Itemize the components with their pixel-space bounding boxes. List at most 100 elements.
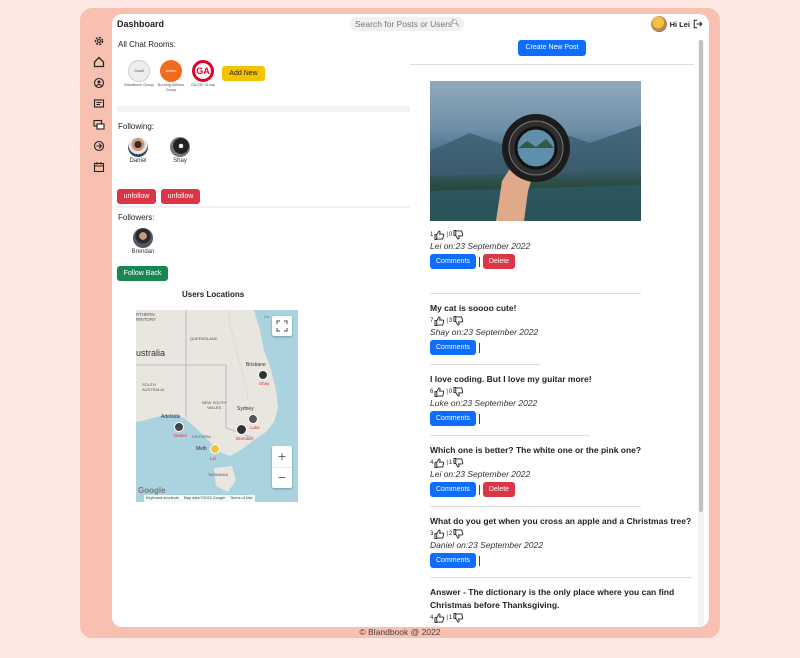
map-data-text: Map data ©2022 Google [183,496,226,500]
separator [478,484,480,495]
thumbs-up-icon[interactable] [434,386,445,397]
map-label: Adelaide [161,414,181,420]
map-attribution: Keyboard shortcuts Map data ©2022 Google… [144,495,255,502]
dislike-count: 0 [448,388,453,395]
post-meta: Daniel on:23 September 2022 [430,540,543,550]
thumbs-down-icon[interactable] [453,386,464,397]
vote-bar: 6 | 0 [430,386,692,397]
post-meta: Lei on:23 September 2022 [430,241,531,251]
vote-separator: | [446,614,448,621]
comments-button[interactable]: Comments [430,411,476,426]
users-map[interactable]: RTHERN RRITORY QUEENSLAND ustralia Co SO… [136,310,298,502]
profile-icon[interactable] [88,72,110,93]
explore-icon[interactable] [88,135,110,156]
settings-icon[interactable] [88,30,110,51]
add-chat-room-button[interactable]: Add New [222,66,265,81]
room-caption: Burning Airlines Group [157,83,185,92]
divider [117,206,410,208]
delete-button[interactable]: Delete [482,254,516,269]
top-bar: Dashboard Search for Posts or Users 🔍︎ H… [112,14,709,36]
map-pin-label: Luke [250,425,260,430]
chat-rooms-heading: All Chat Rooms: [118,40,176,49]
thumbs-down-icon[interactable] [453,229,464,240]
map-label: Co [264,314,270,319]
thumbs-down-icon[interactable] [453,315,464,326]
keyboard-shortcuts-link[interactable]: Keyboard shortcuts [146,495,179,502]
thumbs-up-icon[interactable] [434,528,445,539]
separator [478,413,480,424]
comments-button[interactable]: Comments [430,553,476,568]
avatar[interactable] [170,137,190,157]
post: Which one is better? The white one or th… [430,444,692,497]
main-panel: Dashboard Search for Posts or Users 🔍︎ H… [112,14,709,627]
like-count: 7 [430,317,434,324]
map-pin[interactable] [258,370,268,380]
comments-button[interactable]: Comments [430,340,476,355]
vote-separator: | [446,317,448,324]
person-name: Brendan [131,249,155,255]
logout-icon[interactable] [693,19,703,29]
follow-back-button[interactable]: Follow Back [117,266,168,281]
search-icon[interactable]: 🔍︎ [451,17,460,31]
delete-button[interactable]: Delete [482,482,516,497]
user-menu[interactable]: Hi Lei [650,16,703,32]
map-title: Users Locations [182,290,245,299]
fullscreen-icon[interactable] [272,316,292,336]
thumbs-down-icon[interactable] [453,528,464,539]
chat-room-burning-airlines[interactable]: airlines [160,60,182,82]
calendar-icon[interactable] [88,156,110,177]
post: I love coding. But I love my guitar more… [430,373,692,426]
vote-bar: 3 | 2 [430,528,692,539]
avatar[interactable] [128,137,148,157]
room-caption: GA SEI Group [190,83,216,87]
zoom-in-button[interactable]: + [272,446,292,467]
room-logo-text: GA [196,66,210,76]
post-title: I love coding. But I love my guitar more… [430,374,592,384]
terms-link[interactable]: Terms of Use [230,495,252,502]
comments-button[interactable]: Comments [430,254,476,269]
map-pin-label: Brendan [236,436,254,441]
chat-room-blandbook[interactable]: Gaslit [128,60,150,82]
divider [430,364,540,365]
zoom-out-button[interactable]: − [272,467,292,488]
like-count: 6 [430,388,434,395]
separator [478,256,480,267]
map-pin[interactable] [248,414,258,424]
post-meta: Shay on:23 September 2022 [430,327,539,337]
thumbs-up-icon[interactable] [434,315,445,326]
vote-separator: | [446,459,448,466]
thumbs-up-icon[interactable] [434,229,445,240]
comments-button[interactable]: Comments [430,482,476,497]
scrollbar-thumb[interactable] [699,40,703,512]
map-pin[interactable] [174,422,184,432]
chat-icon[interactable] [88,114,110,135]
create-post-button[interactable]: Create New Post [518,40,586,56]
divider [430,293,641,294]
thumbs-up-icon[interactable] [434,457,445,468]
thumbs-up-icon[interactable] [434,612,445,623]
post-title: Which one is better? The white one or th… [430,445,642,455]
dislike-count: 0 [448,231,453,238]
unfollow-button[interactable]: unfollow [161,189,200,204]
search-input[interactable]: Search for Posts or Users 🔍︎ [350,17,464,31]
like-count: 4 [430,614,434,621]
vote-bar: 4 | 1 [430,457,692,468]
post: What do you get when you cross an apple … [430,515,692,568]
post-title: What do you get when you cross an apple … [430,516,692,526]
chat-room-ga-sei[interactable]: GA [192,60,214,82]
followers-heading: Followers: [118,213,155,222]
home-icon[interactable] [88,51,110,72]
post-image[interactable] [430,81,641,221]
person-name: Shay [173,158,187,164]
map-label: VICTORIA [192,434,211,439]
thumbs-down-icon[interactable] [453,457,464,468]
unfollow-button[interactable]: unfollow [117,189,156,204]
map-pin[interactable] [210,444,220,454]
map-pin[interactable] [236,424,247,435]
like-count: 3 [430,530,434,537]
posts-icon[interactable] [88,93,110,114]
thumbs-down-icon[interactable] [453,612,464,623]
avatar[interactable] [133,228,153,248]
like-count: 1 [430,231,434,238]
separator [478,555,480,566]
